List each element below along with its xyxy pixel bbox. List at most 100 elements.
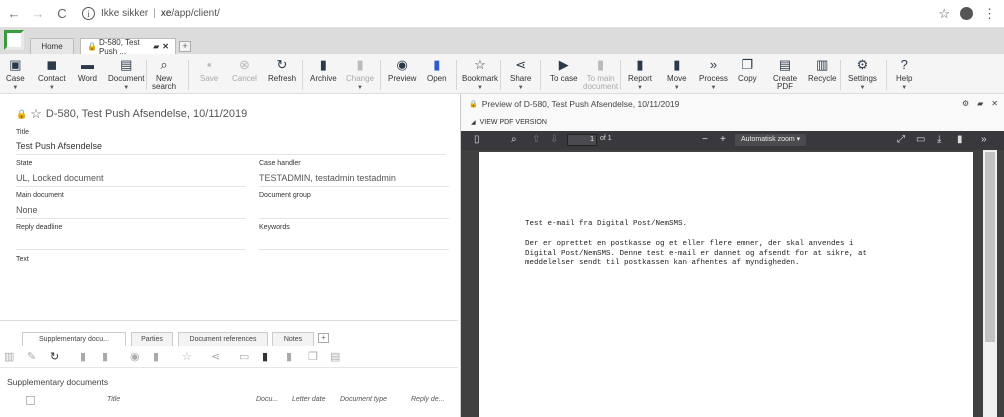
main-document-field[interactable]: None [16,205,38,215]
trash-icon[interactable]: ▥ [4,350,14,363]
open-icon[interactable]: ▮ [153,350,159,363]
clipboard-icon: ▮ [636,57,644,72]
edit-icon[interactable]: ✎ [27,350,36,363]
recycle-button[interactable]: ▥ Recycle [808,57,836,83]
case-button[interactable]: ▣ Case ▼ [6,57,25,92]
save-button[interactable]: ▪ Save [200,57,218,83]
word-button[interactable]: ▬ Word [78,57,97,83]
tab-parties[interactable]: Parties [131,332,173,346]
recycle-label: Recycle [808,74,837,83]
document-icon: ▤ [120,57,133,72]
reload-icon[interactable]: C [52,4,72,24]
to-main-label-2: document [583,82,619,91]
change-button[interactable]: ▮ Change ▼ [346,57,374,92]
move-button[interactable]: ▮ Move ▼ [667,57,687,92]
eye-icon[interactable]: ◉ [130,350,140,363]
column-document[interactable]: Docu... [256,396,278,403]
open-button[interactable]: ▮ Open [427,57,447,83]
close-icon[interactable]: ✕ [991,99,998,108]
select-all-checkbox[interactable] [26,396,35,405]
state-field[interactable]: UL, Locked document [16,173,104,183]
pin-icon[interactable]: ▰ [153,42,159,51]
to-main-document-button[interactable]: ▮ To main document [583,57,618,91]
case-label: Case [6,74,25,83]
eye-icon: ◉ [396,57,408,72]
column-letter-date[interactable]: Letter date [292,396,325,403]
address-bar[interactable]: i Ikke sikker | xe /app/client/ [82,4,938,24]
column-title[interactable]: Title [107,396,120,403]
move-icon: ▮ [673,57,681,72]
state-label: State [16,160,33,167]
close-icon[interactable]: ✕ [162,42,169,51]
share-button[interactable]: ⋖ Share ▼ [510,57,531,92]
bookmark-button[interactable]: ☆ Bookmark ▼ [462,57,498,92]
create-pdf-button[interactable]: ▤ Create PDF [773,57,797,91]
new-search-button[interactable]: ⌕ New search [152,57,176,91]
settings-button[interactable]: ⚙ Settings ▼ [848,57,877,92]
move-icon[interactable]: ▮ [286,350,292,363]
print-icon[interactable]: ▭ [239,350,249,363]
prev-page-icon[interactable]: ⇧ [532,134,540,145]
back-icon[interactable]: ← [4,4,24,24]
scan-icon[interactable]: ▤ [330,350,340,363]
more-tools-icon[interactable]: » [981,134,987,145]
document-header: D-580, Test Push Afsendelse, 10/11/2019 [45,108,248,120]
refresh-icon[interactable]: ↻ [50,350,59,363]
view-pdf-toggle[interactable]: ◢ VIEW PDF VERSION [471,119,547,126]
info-icon[interactable]: i [82,7,95,20]
case-handler-field[interactable]: TESTADMIN, testadmin testadmin [259,173,396,183]
document-alt-icon[interactable]: ▮ [102,350,108,363]
cancel-icon: ⊗ [239,57,250,72]
preview-button[interactable]: ◉ Preview [388,57,416,83]
bookmark-star-icon[interactable]: ☆ [938,6,950,22]
page-number-input[interactable]: 1 [567,134,597,146]
next-page-icon[interactable]: ⇩ [550,134,558,145]
sidebar-toggle-icon[interactable]: ▯ [474,134,480,145]
add-tab-button[interactable]: + [179,41,191,52]
report-button[interactable]: ▮ Report ▼ [628,57,652,92]
fullscreen-icon[interactable]: ⤢ [897,134,905,145]
zoom-select[interactable]: Automatisk zoom ▾ [735,134,807,146]
process-button[interactable]: » Process ▼ [699,57,728,92]
cancel-button[interactable]: ⊗ Cancel [232,57,257,83]
bookmark-icon[interactable]: ▮ [957,134,963,145]
share-icon[interactable]: ⋖ [211,350,220,363]
copy-button[interactable]: ❐ Copy [738,57,757,83]
to-case-button[interactable]: ▶ To case [550,57,578,83]
document-details-pane: 🔒 ☆ D-580, Test Push Afsendelse, 10/11/2… [0,94,458,417]
forward-icon[interactable]: → [28,4,48,24]
tab-document-references[interactable]: Document references [178,332,268,346]
document-button[interactable]: ▤ Document ▼ [108,57,144,92]
scrollbar-thumb[interactable] [985,152,995,342]
star-icon[interactable]: ☆ [182,350,192,363]
column-document-type[interactable]: Document type [340,396,387,403]
zoom-in-icon[interactable]: + [720,134,726,145]
tab-home[interactable]: Home [30,38,74,54]
tab-supplementary-documents[interactable]: Supplementary docu... [22,332,126,346]
document-icon[interactable]: ▮ [80,350,86,363]
column-reply-deadline[interactable]: Reply de... [411,396,444,403]
copy-icon[interactable]: ❐ [308,350,318,363]
settings-icon[interactable]: ⚙ [962,99,969,108]
gear-icon: ⚙ [856,57,869,72]
refresh-button[interactable]: ↻ Refresh [268,57,296,83]
help-button[interactable]: ? Help ▼ [896,57,912,92]
profile-avatar-icon[interactable] [960,7,973,20]
pdf-scrollbar[interactable] [983,150,997,417]
pin-icon[interactable]: ▰ [977,99,983,108]
tab-notes[interactable]: Notes [272,332,314,346]
archive-button[interactable]: ▮ Archive [310,57,337,83]
clipboard-icon[interactable]: ▮ [262,350,268,363]
star-icon[interactable]: ☆ [30,106,42,122]
add-tab-button[interactable]: + [318,333,329,343]
print-icon[interactable]: ▭ [916,134,925,145]
zoom-out-icon[interactable]: − [702,134,708,145]
title-field[interactable]: Test Push Afsendelse [16,141,102,151]
find-icon[interactable]: ⌕ [511,134,517,145]
trash-icon: ▥ [816,57,829,72]
lock-icon: 🔒 [469,101,478,108]
contact-button[interactable]: ◼ Contact ▼ [38,57,66,92]
download-icon[interactable]: ⤓ [937,134,941,145]
browser-menu-icon[interactable]: ⋮ [983,6,996,22]
tab-document[interactable]: 🔒 D-580, Test Push ... ▰ ✕ [80,38,176,56]
